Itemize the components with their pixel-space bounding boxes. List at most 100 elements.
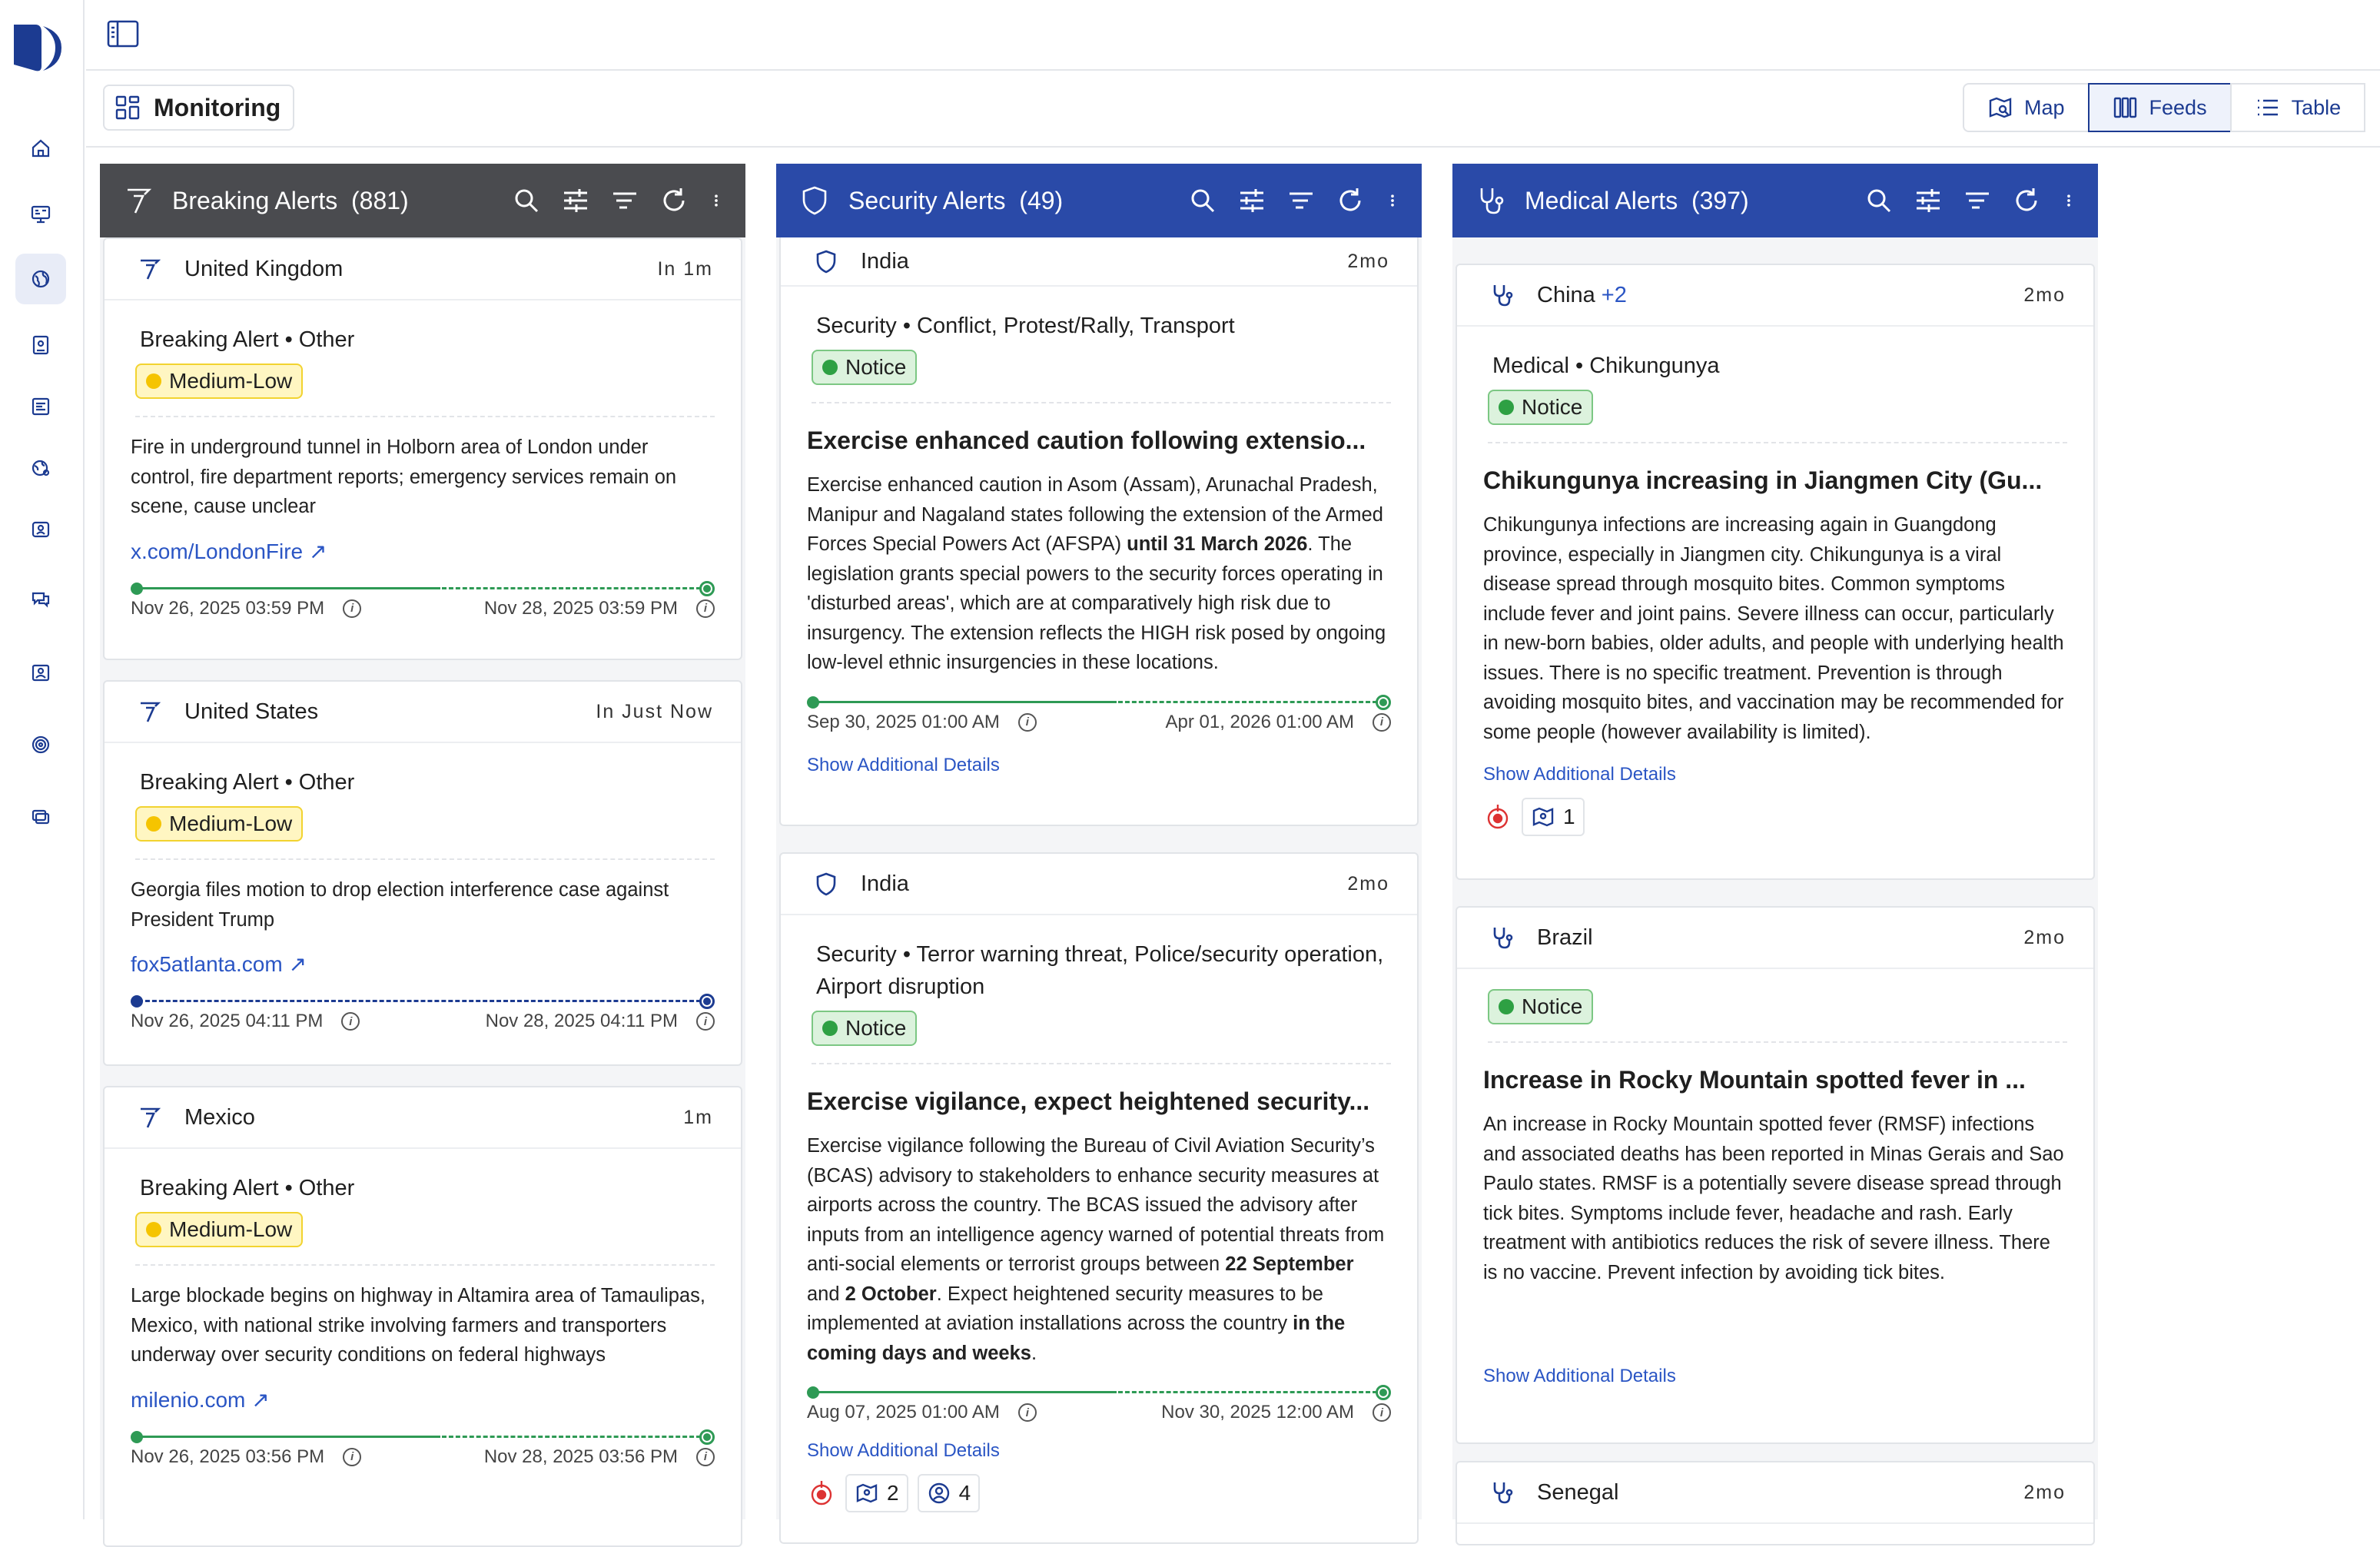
- start-date: Nov 26, 2025 03:56 PM: [131, 1446, 325, 1467]
- table-view-button[interactable]: Table: [2229, 83, 2366, 132]
- timeline-start-dot: [807, 695, 819, 709]
- list-icon: [2257, 99, 2278, 116]
- source-link[interactable]: fox5atlanta.com ↗: [131, 951, 715, 977]
- search-icon[interactable]: [512, 186, 541, 215]
- home-icon[interactable]: [15, 123, 66, 174]
- more-options-icon[interactable]: [2061, 186, 2076, 215]
- breaking-bolt-icon: [141, 1107, 161, 1128]
- alert-card[interactable]: United States In Just Now Breaking Alert…: [103, 680, 742, 1066]
- refresh-icon[interactable]: [1336, 186, 1365, 215]
- logo-icon[interactable]: [12, 22, 65, 74]
- card-country: India: [861, 248, 909, 274]
- search-icon[interactable]: [1188, 186, 1217, 215]
- show-details-link[interactable]: Show Additional Details: [1483, 1366, 2067, 1387]
- timeline-elapsed: [813, 700, 1117, 703]
- card-category: Breaking Alert • Other: [140, 327, 355, 352]
- info-icon[interactable]: i: [343, 1447, 362, 1466]
- info-icon[interactable]: i: [341, 1012, 360, 1031]
- show-details-link[interactable]: Show Additional Details: [1483, 764, 2067, 785]
- alert-card[interactable]: Senegal 2mo: [1456, 1461, 2095, 1545]
- timeline-start-dot: [131, 1430, 143, 1443]
- card-title: Exercise vigilance, expect heightened se…: [807, 1087, 1370, 1115]
- source-link[interactable]: x.com/LondonFire ↗: [131, 539, 715, 564]
- layers-icon[interactable]: [15, 792, 66, 842]
- card-category: Security • Conflict, Protest/Rally, Tran…: [816, 314, 1235, 338]
- monitoring-globe-icon[interactable]: [15, 254, 66, 304]
- breaking-bolt-icon: [141, 702, 161, 722]
- top-bar: [86, 0, 2380, 71]
- severity-label: Medium-Low: [169, 812, 293, 835]
- badge-count: 1: [1563, 805, 1575, 828]
- refresh-icon[interactable]: [2012, 186, 2041, 215]
- info-icon[interactable]: i: [696, 1447, 715, 1466]
- card-header: Mexico 1m: [105, 1087, 741, 1149]
- more-options-icon[interactable]: [1385, 186, 1400, 215]
- filter-sliders-icon[interactable]: [1914, 186, 1943, 215]
- alert-card[interactable]: China +2 2mo Medical • Chikungunya Notice…: [1456, 264, 2095, 880]
- badge-count: 4: [958, 1481, 971, 1505]
- timeline-remaining: [1118, 700, 1377, 703]
- info-icon[interactable]: i: [696, 1012, 715, 1031]
- people-count-badge[interactable]: 4: [917, 1474, 981, 1512]
- sidebar-toggle-icon[interactable]: [106, 18, 140, 49]
- alert-card[interactable]: Brazil 2mo Notice Increase in Rocky Moun…: [1456, 906, 2095, 1444]
- alert-card[interactable]: United Kingdom In 1m Breaking Alert • Ot…: [103, 237, 742, 660]
- more-options-icon[interactable]: [709, 186, 724, 215]
- chat-icon[interactable]: [15, 573, 66, 624]
- info-icon[interactable]: i: [343, 599, 362, 618]
- alert-pulse-icon[interactable]: [807, 1479, 836, 1508]
- info-icon[interactable]: i: [1373, 712, 1391, 732]
- reports-icon[interactable]: [15, 381, 66, 432]
- people-icon[interactable]: [15, 647, 66, 698]
- source-link[interactable]: milenio.com ↗: [131, 1387, 715, 1413]
- world-settings-icon[interactable]: [15, 443, 66, 493]
- shield-icon: [816, 250, 836, 274]
- monitoring-menu[interactable]: Monitoring: [103, 85, 295, 131]
- travel-profile-icon[interactable]: [15, 504, 66, 555]
- search-icon[interactable]: [1864, 186, 1894, 215]
- alert-card[interactable]: India 2mo Security • Conflict, Protest/R…: [779, 237, 1419, 826]
- timeline-bar: [131, 1429, 715, 1445]
- info-icon[interactable]: i: [1373, 1403, 1391, 1422]
- column-title: Medical Alerts: [1525, 186, 1678, 214]
- extra-countries[interactable]: +2: [1602, 283, 1627, 308]
- location-report-icon[interactable]: [15, 320, 66, 370]
- severity-label: Notice: [845, 1016, 907, 1040]
- refresh-icon[interactable]: [659, 186, 689, 215]
- feeds-view-button[interactable]: Feeds: [2087, 83, 2232, 132]
- map-pin-icon: [856, 1483, 878, 1503]
- info-icon[interactable]: i: [1017, 712, 1037, 732]
- desc-bold: 22 September: [1225, 1253, 1354, 1275]
- info-icon[interactable]: i: [1017, 1403, 1037, 1422]
- card-country: Senegal: [1537, 1479, 1619, 1505]
- target-icon[interactable]: [15, 719, 66, 770]
- card-header: United States In Just Now: [105, 682, 741, 743]
- location-count-badge[interactable]: 1: [1522, 798, 1585, 836]
- desc-bold: until 31 March 2026: [1127, 533, 1308, 555]
- stethoscope-icon: [1493, 1482, 1513, 1504]
- sort-icon[interactable]: [1286, 186, 1316, 215]
- alert-card[interactable]: Mexico 1m Breaking Alert • Other Medium-…: [103, 1086, 742, 1547]
- show-details-link[interactable]: Show Additional Details: [807, 1440, 1391, 1462]
- card-description: Exercise vigilance following the Bureau …: [807, 1131, 1391, 1368]
- info-icon[interactable]: i: [696, 599, 715, 618]
- divider: [135, 858, 715, 860]
- show-details-link[interactable]: Show Additional Details: [807, 755, 1391, 776]
- timeline-dates: Nov 26, 2025 04:11 PM i Nov 28, 2025 04:1…: [131, 1011, 715, 1032]
- alert-pulse-icon[interactable]: [1483, 802, 1512, 832]
- filter-sliders-icon[interactable]: [1237, 186, 1266, 215]
- map-pin-icon: [1532, 807, 1554, 827]
- sort-icon[interactable]: [610, 186, 639, 215]
- desc-text: .: [1031, 1342, 1037, 1364]
- severity-badge: Medium-Low: [135, 806, 304, 842]
- location-count-badge[interactable]: 2: [845, 1474, 908, 1512]
- severity-dot: [1499, 400, 1514, 415]
- dashboard-icon[interactable]: [15, 189, 66, 240]
- map-view-button[interactable]: Map: [1963, 83, 2090, 132]
- severity-dot: [1499, 999, 1514, 1014]
- filter-sliders-icon[interactable]: [561, 186, 590, 215]
- timeline-end-dot: [699, 994, 715, 1009]
- severity-badge: Notice: [1488, 390, 1594, 425]
- sort-icon[interactable]: [1963, 186, 1992, 215]
- alert-card[interactable]: India 2mo Security • Terror warning thre…: [779, 852, 1419, 1544]
